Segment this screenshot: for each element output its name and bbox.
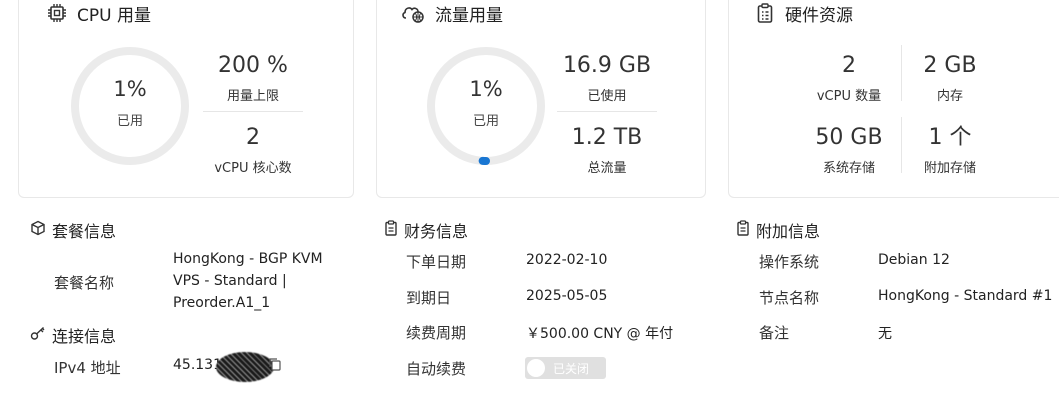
hardware-extra-storage-value: 1 个	[928, 125, 972, 150]
traffic-usage-ring: 1% 已用	[425, 45, 547, 167]
order-date-value: 2022-02-10	[526, 252, 608, 268]
plan-name-line: VPS - Standard |	[173, 273, 287, 289]
cpu-cores-value: 2	[246, 125, 260, 150]
traffic-used-percent: 1%	[469, 77, 503, 101]
plan-name-value: HongKong - BGP KVM VPS - Standard | Preo…	[173, 248, 323, 314]
cpu-used-label: 已用	[116, 114, 143, 129]
hardware-disk-value: 50 GB	[815, 125, 883, 150]
traffic-used-value: 16.9 GB	[562, 53, 652, 78]
package-icon	[30, 220, 46, 240]
cpu-limit-value: 200 %	[218, 53, 288, 78]
hardware-resources-card: 硬件资源 2 vCPU 数量 2 GB 内存 50 GB 系统存储 1 个 附加…	[728, 0, 1059, 198]
clipboard-icon	[755, 3, 775, 23]
plan-section-title: 套餐信息	[30, 218, 116, 242]
expire-date-label: 到期日	[406, 289, 452, 307]
hardware-vcpu-label: vCPU 数量	[816, 89, 882, 104]
cpu-cores-stat: 2 vCPU 核心数	[203, 125, 303, 176]
plan-name-line: HongKong - BGP KVM	[173, 251, 323, 267]
hardware-memory-label: 内存	[936, 89, 963, 104]
hardware-card-title: 硬件资源	[785, 5, 853, 26]
hardware-vcpu-value: 2	[842, 53, 856, 78]
cloud-globe-icon	[401, 3, 425, 23]
renew-cycle-value: ￥500.00 CNY @ 年付	[526, 326, 674, 342]
ipv4-redaction-blur	[216, 352, 274, 382]
plan-title: 套餐信息	[52, 222, 117, 241]
hardware-extra-storage-stat: 1 个 附加存储	[910, 125, 990, 176]
hardware-card-header: 硬件资源	[755, 1, 853, 26]
connection-title: 连接信息	[52, 327, 117, 346]
hardware-disk-label: 系统存储	[822, 161, 875, 176]
cpu-cores-label: vCPU 核心数	[214, 161, 292, 176]
ipv4-value: 45.131	[173, 357, 222, 373]
hardware-memory-stat: 2 GB 内存	[910, 53, 990, 104]
ipv4-label: IPv4 地址	[54, 359, 121, 377]
auto-renew-state: 已关闭	[553, 362, 590, 376]
cpu-used-percent: 1%	[113, 77, 147, 101]
renew-cycle-label: 续费周期	[406, 324, 467, 342]
node-name-label: 节点名称	[759, 289, 820, 307]
os-value: Debian 12	[878, 252, 950, 268]
traffic-total-label: 总流量	[587, 161, 627, 176]
key-icon	[30, 325, 46, 345]
hardware-divider-top	[901, 45, 902, 101]
hardware-vcpu-stat: 2 vCPU 数量	[799, 53, 899, 104]
auto-renew-label: 自动续费	[406, 360, 467, 378]
connection-section-title: 连接信息	[30, 323, 116, 347]
toggle-knob	[527, 359, 545, 377]
traffic-total-stat: 1.2 TB 总流量	[557, 125, 657, 176]
cpu-usage-card: CPU 用量 1% 已用 200 % 用量上限 2 vCPU 核心数	[18, 0, 354, 198]
receipt-icon	[736, 220, 750, 240]
expire-date-value: 2025-05-05	[526, 288, 608, 304]
os-label: 操作系统	[759, 253, 820, 271]
extra-title: 附加信息	[756, 222, 821, 241]
hardware-extra-storage-label: 附加存储	[923, 161, 976, 176]
note-label: 备注	[759, 324, 790, 342]
traffic-card-title: 流量用量	[435, 5, 503, 26]
hardware-memory-value: 2 GB	[923, 53, 977, 78]
traffic-used-stat: 16.9 GB 已使用	[557, 53, 657, 104]
traffic-card-header: 流量用量	[401, 1, 503, 26]
cpu-limit-stat: 200 % 用量上限	[203, 53, 303, 104]
traffic-stat-divider	[557, 111, 657, 112]
traffic-used-value-label: 已使用	[587, 89, 627, 104]
cpu-limit-label: 用量上限	[226, 89, 279, 104]
finance-title: 财务信息	[404, 222, 469, 241]
note-value: 无	[878, 326, 892, 342]
cpu-stat-divider	[203, 111, 303, 112]
hardware-disk-stat: 50 GB 系统存储	[799, 125, 899, 176]
cpu-icon	[47, 3, 67, 23]
traffic-total-value: 1.2 TB	[571, 125, 643, 150]
node-name-value: HongKong - Standard #1	[878, 288, 1053, 304]
extra-section-title: 附加信息	[736, 218, 820, 242]
hardware-divider-bottom	[901, 117, 902, 173]
plan-name-line: Preorder.A1_1	[173, 295, 271, 311]
order-date-label: 下单日期	[406, 253, 467, 271]
copy-icon[interactable]	[268, 356, 282, 375]
traffic-usage-card: 流量用量 1% 已用 16.9 GB 已使用 1.2 TB 总流量	[376, 0, 706, 198]
traffic-used-label: 已用	[472, 114, 499, 129]
plan-name-label: 套餐名称	[54, 274, 115, 292]
cpu-usage-ring: 1% 已用	[69, 45, 191, 167]
receipt-icon	[384, 220, 398, 240]
auto-renew-toggle[interactable]: 已关闭	[525, 357, 606, 379]
cpu-card-header: CPU 用量	[47, 1, 151, 26]
cpu-card-title: CPU 用量	[77, 5, 151, 26]
finance-section-title: 财务信息	[384, 218, 468, 242]
